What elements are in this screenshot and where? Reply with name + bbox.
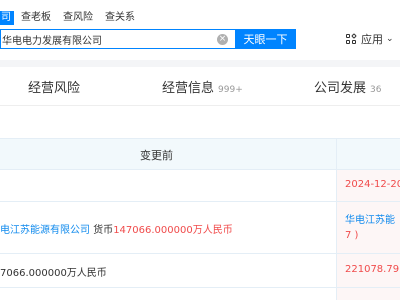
- nav-business-risk[interactable]: 经营风险: [28, 77, 80, 96]
- capital-amount: 147066.000000万人民币: [113, 225, 233, 236]
- table-row: 7066.000000万人民币 221078.79: [0, 254, 400, 288]
- nav-count: 36: [370, 85, 382, 95]
- column-header-before: 变更前: [140, 149, 173, 162]
- nav-business-info[interactable]: 经营信息 999+: [162, 77, 243, 96]
- nav-company-growth[interactable]: 公司发展 36: [314, 77, 381, 96]
- table-row: 电江苏能源有限公司 货币147066.000000万人民币 华电江苏能 7 ): [0, 202, 400, 254]
- nav-count: 999+: [218, 85, 243, 95]
- company-link[interactable]: 电江苏能源有限公司: [0, 225, 90, 236]
- search-input[interactable]: [1, 30, 212, 48]
- cell-before: 电江苏能源有限公司 货币147066.000000万人民币: [0, 221, 233, 236]
- top-bar: 司 查老板 查风险 查关系 × 天眼一下 应用 ⌄: [0, 0, 400, 60]
- cell-after-tail: 7 ): [345, 230, 359, 241]
- table-row: 2024-12-20: [0, 170, 400, 202]
- apps-label: 应用: [361, 33, 383, 46]
- nav-label: 公司发展: [314, 81, 367, 96]
- company-link-after[interactable]: 华电江苏能: [345, 211, 395, 226]
- chevron-down-icon: ⌄: [386, 34, 394, 44]
- capital-type: 货币: [90, 225, 114, 236]
- tab-boss[interactable]: 查老板: [21, 11, 51, 25]
- search-type-tabs: 司 查老板 查风险 查关系: [0, 11, 147, 25]
- clear-icon[interactable]: ×: [217, 34, 228, 45]
- apps-grid-icon: [346, 32, 357, 45]
- content-padding: [0, 106, 400, 138]
- search-button[interactable]: 天眼一下: [235, 29, 296, 49]
- tab-relation[interactable]: 查关系: [105, 11, 135, 25]
- cell-before: 7066.000000万人民币: [0, 268, 107, 279]
- nav-label: 经营风险: [28, 81, 81, 96]
- tab-risk[interactable]: 查风险: [63, 11, 93, 25]
- cell-after: 221078.79: [345, 264, 400, 275]
- section-nav: 经营风险 经营信息 999+ 公司发展 36: [0, 67, 400, 106]
- table-header: 变更前: [0, 138, 400, 170]
- apps-menu[interactable]: 应用 ⌄: [346, 31, 394, 47]
- search-box: ×: [0, 29, 235, 49]
- nav-label: 经营信息: [162, 81, 215, 96]
- separator: [0, 60, 400, 67]
- tab-company[interactable]: 司: [0, 11, 14, 25]
- cell-after: 2024-12-20: [345, 179, 400, 190]
